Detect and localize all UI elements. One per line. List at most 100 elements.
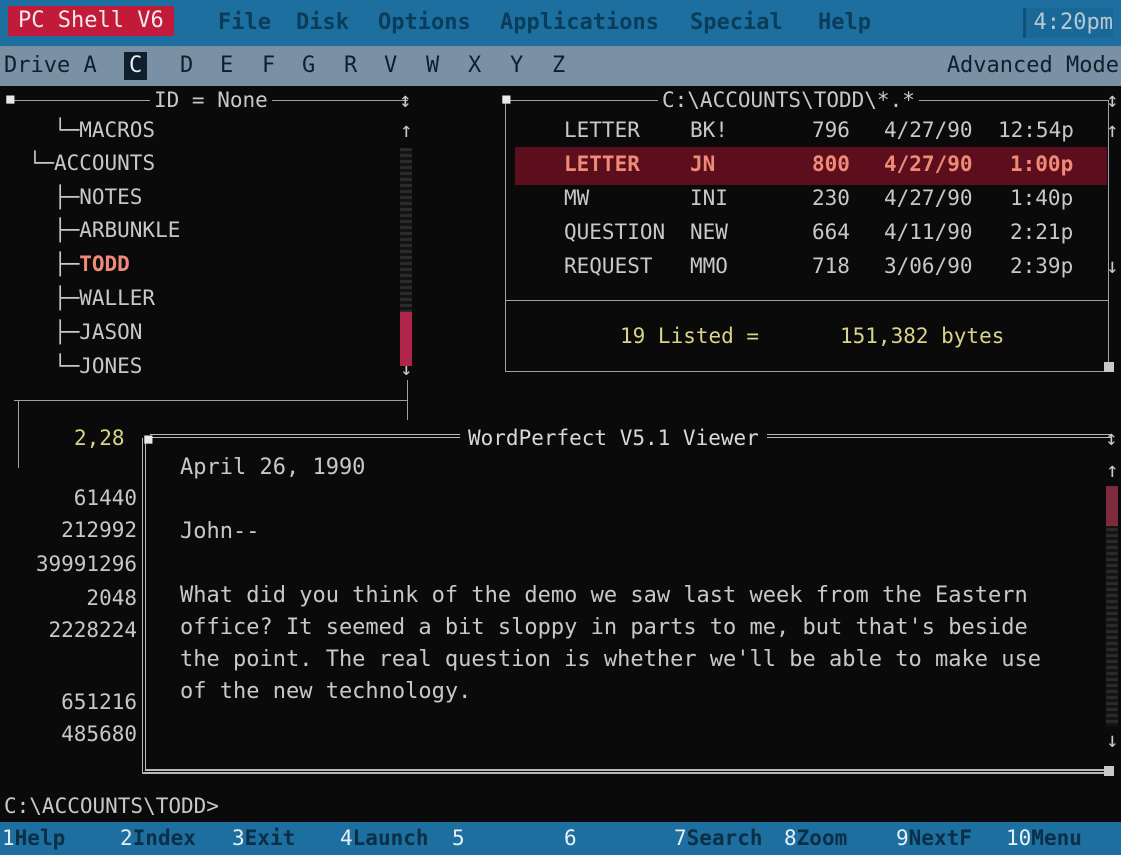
file-scroll-updown-icon[interactable]: ↕ [1106,86,1119,114]
app-title: PC Shell V6 [8,6,174,36]
drive-v[interactable]: V [384,52,397,80]
file-date: 4/11/90 [884,220,973,244]
files-listed-count: 19 Listed = [620,324,760,348]
tree-scroll-thumb[interactable] [400,312,412,366]
viewer-line: of the new technology. [180,679,472,704]
side-number: 212992 [61,518,137,542]
drive-g[interactable]: G [302,52,315,80]
tree-item[interactable]: └─MACROS [16,116,155,144]
tree-item[interactable]: └─ACCOUNTS [16,149,155,177]
viewer-line [180,548,1041,580]
fkey-nextf[interactable]: 9NextF [896,823,972,853]
viewer-title: WordPerfect V5.1 Viewer [460,424,767,452]
file-ext: NEW [690,220,728,244]
file-ext: BK! [690,118,728,142]
viewer-document: April 26, 1990 John-- What did you think… [180,452,1041,708]
file-name: REQUEST [564,254,653,278]
fkey-help[interactable]: 1Help [2,823,65,853]
side-number: 2228224 [48,618,137,642]
file-name: MW [564,186,590,210]
tree-item[interactable]: ├─WALLER [16,284,155,312]
viewer-close-icon[interactable]: ▪ [142,424,155,452]
drive-label: Drive A [4,53,97,78]
file-date: 3/06/90 [884,254,973,278]
menu-bar: PC Shell V6 File Disk Options Applicatio… [0,0,1121,46]
fkey-launch[interactable]: 4Launch [340,823,429,853]
viewer-scroll-updown-icon[interactable]: ↕ [1105,424,1118,452]
side-number: 2048 [86,586,137,610]
drive-y[interactable]: Y [510,52,523,80]
file-time: 12:54p [998,118,1074,142]
tree-item[interactable]: ├─JASON [16,318,143,346]
menu-help[interactable]: Help [818,8,871,38]
tree-scroll-up-icon[interactable]: ↑ [400,116,413,144]
fkey-zoom[interactable]: 8Zoom [784,823,847,853]
file-size: 230 [812,186,850,210]
files-total-bytes: 151,382 bytes [840,324,1005,348]
file-size: 796 [812,118,850,142]
file-size: 664 [812,220,850,244]
fkey-5[interactable]: 5 [452,823,465,853]
drive-x[interactable]: X [468,52,481,80]
fkey-6[interactable]: 6 [564,823,577,853]
drive-w[interactable]: W [426,52,439,80]
tree-corner-icon: ▪ [4,86,17,110]
viewer-line: John-- [180,519,260,544]
drive-bar: Drive A C D E F G R V W X Y Z Advanced M… [0,46,1121,86]
file-panel-corner-icon: ▪ [500,86,513,110]
side-number: 485680 [61,722,137,746]
side-number: 651216 [61,690,137,714]
file-time: 2:21p [1010,220,1074,244]
viewer-line: the point. The real question is whether … [180,647,1041,672]
viewer-scroll-up-icon[interactable]: ↑ [1106,456,1119,484]
file-name: QUESTION [564,220,666,244]
drive-c[interactable]: C [124,52,148,80]
fkey-index[interactable]: 2Index [120,823,196,853]
menu-special[interactable]: Special [690,8,783,38]
viewer-line [180,484,1041,516]
clock: 4:20pm [1022,8,1113,38]
file-name: LETTER [564,118,640,142]
tree-item-selected[interactable]: ├─TODD [16,250,130,278]
viewer-line: What did you think of the demo we saw la… [180,583,1028,608]
tree-item[interactable]: ├─NOTES [16,183,143,211]
file-time: 2:39p [1010,254,1074,278]
drive-f[interactable]: F [262,52,275,80]
viewer-scroll-thumb[interactable] [1106,486,1118,526]
file-date: 4/27/90 [884,118,973,142]
function-key-bar: 1Help 2Index 3Exit 4Launch 5 6 7Search 8… [0,822,1121,855]
viewer-line: April 26, 1990 [180,455,366,480]
tree-item[interactable]: ├─ARBUNKLE [16,216,180,244]
side-number: 39991296 [35,552,137,576]
tree-position: 2,28 [74,426,125,450]
file-scroll-down-icon[interactable]: ↓ [1106,252,1119,280]
drive-r[interactable]: R [344,52,357,80]
menu-file[interactable]: File [218,8,271,38]
menu-options[interactable]: Options [378,8,471,38]
viewer-scroll-down-icon[interactable]: ↓ [1106,726,1119,754]
file-date: 4/27/90 [884,152,973,176]
file-ext: MMO [690,254,728,278]
fkey-menu[interactable]: 10Menu [1006,823,1082,853]
file-size: 800 [812,152,850,176]
side-number: 61440 [73,486,137,510]
file-panel-resize-handle[interactable] [1104,362,1114,372]
fkey-exit[interactable]: 3Exit [232,823,295,853]
tree-item[interactable]: └─JONES [16,352,143,380]
command-prompt[interactable]: C:\ACCOUNTS\TODD> [4,792,219,820]
file-ext: INI [690,186,728,210]
file-date: 4/27/90 [884,186,973,210]
file-panel-path: C:\ACCOUNTS\TODD\*.* [658,86,919,114]
menu-applications[interactable]: Applications [500,8,659,38]
file-time: 1:00p [1010,152,1074,176]
drive-d[interactable]: D [180,52,193,80]
tree-scroll-updown-icon[interactable]: ↕ [399,86,412,114]
viewer-resize-handle[interactable] [1104,766,1114,776]
drive-z[interactable]: Z [552,52,565,80]
file-name: LETTER [564,152,640,176]
drive-e[interactable]: E [220,52,233,80]
file-scroll-up-icon[interactable]: ↑ [1106,116,1119,144]
menu-disk[interactable]: Disk [296,8,349,38]
mode-indicator: Advanced Mode [946,53,1119,78]
fkey-search[interactable]: 7Search [674,823,763,853]
